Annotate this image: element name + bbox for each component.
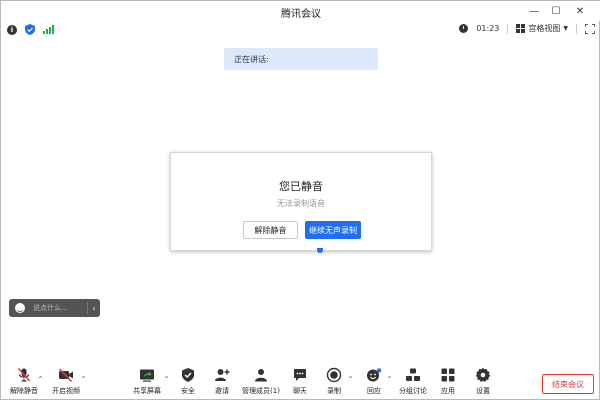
- dialog-subtitle: 无法录制语音: [277, 199, 325, 208]
- chat-bubble-icon: [294, 369, 306, 381]
- app-window: 腾讯会议 — ☐ ✕ i 01:23 宫格视图 ▼ 正在讲话: 您已静音 无法录…: [0, 0, 600, 400]
- divider: [507, 23, 509, 34]
- unmute-button[interactable]: 解除静音: [243, 221, 298, 239]
- dialog-title: 您已静音: [279, 180, 323, 193]
- grid-view-icon: [516, 24, 526, 33]
- security-button[interactable]: 安全: [170, 367, 206, 396]
- gear-icon: [475, 367, 491, 382]
- share-screen-icon: [140, 369, 154, 382]
- shield-icon[interactable]: [25, 24, 35, 35]
- record-icon: [326, 367, 342, 383]
- record-button[interactable]: 录制: [316, 367, 352, 396]
- toolbar-label: 安全: [181, 387, 195, 395]
- shield-check-icon: [182, 368, 194, 382]
- unmute-toolbar-button[interactable]: 解除静音: [6, 367, 42, 396]
- divider: [576, 23, 577, 34]
- toolbar-label: 应用: [441, 387, 455, 395]
- microphone-muted-icon: [17, 368, 31, 382]
- chat-input-placeholder: 说点什么...: [33, 304, 68, 312]
- toolbar-label: 管理成员(1): [242, 387, 280, 395]
- muted-recording-dialog: 您已静音 无法录制语音 解除静音 继续无声录制: [170, 152, 432, 251]
- toolbar-label: 共享屏幕: [133, 387, 161, 395]
- start-video-button[interactable]: 开启视频: [48, 367, 84, 396]
- camera-off-icon: [58, 368, 73, 383]
- maximize-button[interactable]: ☐: [547, 3, 565, 19]
- settings-button[interactable]: 设置: [465, 367, 501, 396]
- toolbar-label: 分组讨论: [399, 387, 427, 395]
- speaking-label: 正在讲话:: [234, 55, 269, 64]
- toolbar-label: 设置: [476, 387, 490, 395]
- reaction-emoji-icon: [367, 368, 382, 382]
- breakout-rooms-button[interactable]: 分组讨论: [395, 367, 431, 396]
- members-icon: [255, 369, 267, 382]
- apps-button[interactable]: 应用: [430, 367, 466, 396]
- manage-members-button[interactable]: 管理成员(1): [242, 367, 280, 396]
- toolbar-label: 聊天: [293, 387, 307, 395]
- collapse-chevron-icon[interactable]: ‹: [88, 304, 100, 313]
- bottom-toolbar: 解除静音 ^ 开启视频 ^ 共享屏幕 ^ 安全 邀请 管理成员(1) 聊天 录制…: [1, 367, 600, 400]
- close-button[interactable]: ✕: [571, 3, 589, 19]
- window-title: 腾讯会议: [281, 9, 321, 20]
- toolbar-label: 邀请: [215, 387, 229, 395]
- chat-quick-input[interactable]: 说点什么... ‹: [9, 299, 100, 317]
- reactions-options-caret-icon[interactable]: ^: [387, 376, 392, 383]
- minimize-button[interactable]: —: [525, 3, 543, 19]
- meeting-timer: 01:23: [476, 24, 500, 33]
- chat-button[interactable]: 聊天: [282, 367, 318, 396]
- continue-silent-recording-button[interactable]: 继续无声录制: [305, 221, 361, 239]
- toolbar-label: 录制: [327, 387, 341, 395]
- invite-button[interactable]: 邀请: [204, 367, 240, 396]
- toolbar-label: 回应: [367, 387, 381, 395]
- network-signal-icon[interactable]: [43, 25, 54, 34]
- fullscreen-icon[interactable]: [585, 23, 595, 34]
- meeting-info-bar: i 01:23 宫格视图 ▼: [1, 21, 600, 39]
- end-meeting-button[interactable]: 结束会议: [542, 374, 594, 394]
- title-bar: 腾讯会议 — ☐ ✕: [1, 1, 600, 21]
- recording-indicator-dot: [317, 248, 323, 253]
- toolbar-label: 开启视频: [52, 387, 80, 395]
- view-mode-label: 宫格视图: [528, 24, 561, 33]
- speaking-indicator: 正在讲话:: [224, 48, 378, 70]
- view-mode-toggle[interactable]: 宫格视图 ▼: [516, 23, 568, 34]
- breakout-rooms-icon: [406, 368, 420, 381]
- share-screen-button[interactable]: 共享屏幕: [129, 367, 165, 396]
- share-options-caret-icon[interactable]: ^: [164, 376, 169, 383]
- toolbar-label: 解除静音: [10, 387, 38, 395]
- add-user-icon: [215, 369, 230, 381]
- video-options-caret-icon[interactable]: ^: [81, 376, 86, 383]
- apps-grid-icon: [441, 368, 455, 382]
- audio-options-caret-icon[interactable]: ^: [38, 376, 43, 383]
- record-options-caret-icon[interactable]: ^: [348, 376, 353, 383]
- emoji-icon[interactable]: [15, 303, 25, 313]
- clock-icon: [459, 24, 469, 33]
- meeting-info-icon[interactable]: i: [7, 24, 17, 35]
- chevron-down-icon: ▼: [563, 25, 568, 32]
